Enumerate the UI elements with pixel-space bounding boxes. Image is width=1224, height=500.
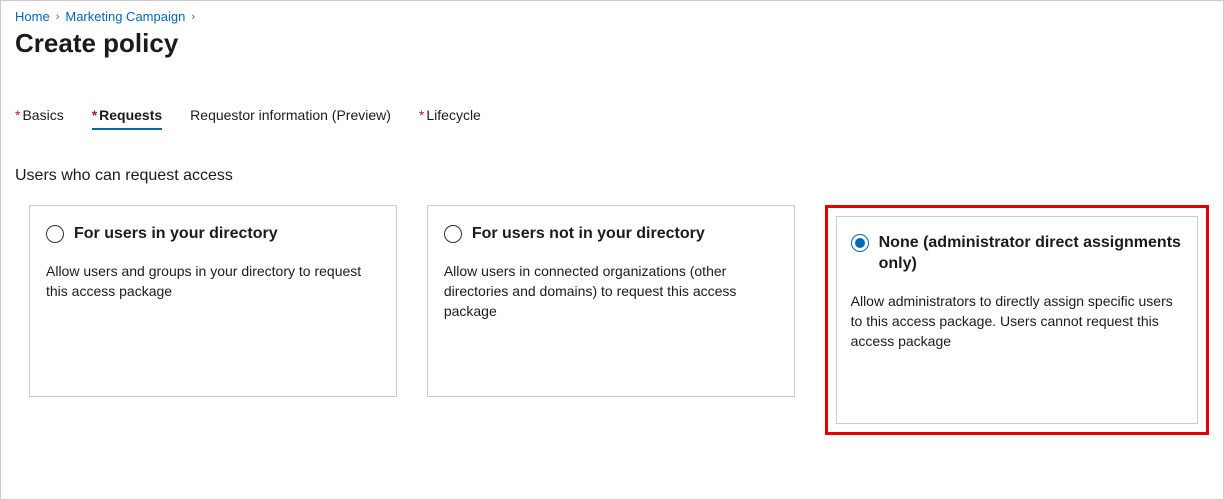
- tab-requests[interactable]: *Requests: [92, 107, 162, 129]
- chevron-right-icon: ›: [56, 11, 60, 23]
- tab-label: Basics: [22, 107, 63, 123]
- option-none-highlight: None (administrator direct assignments o…: [825, 205, 1209, 435]
- tab-requestor-info[interactable]: Requestor information (Preview): [190, 107, 391, 129]
- breadcrumb: Home › Marketing Campaign ›: [15, 9, 1209, 24]
- tab-label: Requestor information (Preview): [190, 107, 391, 123]
- option-none[interactable]: None (administrator direct assignments o…: [836, 216, 1198, 424]
- options-row: For users in your directory Allow users …: [15, 205, 1209, 435]
- radio-none[interactable]: [851, 234, 869, 252]
- option-desc: Allow users and groups in your directory…: [46, 261, 380, 302]
- tab-label: Requests: [99, 107, 162, 123]
- required-asterisk: *: [92, 107, 97, 123]
- section-heading: Users who can request access: [15, 167, 1209, 185]
- option-in-directory[interactable]: For users in your directory Allow users …: [29, 205, 397, 397]
- tab-label: Lifecycle: [426, 107, 480, 123]
- page-title: Create policy: [15, 28, 1209, 59]
- required-asterisk: *: [419, 107, 424, 123]
- option-not-in-directory[interactable]: For users not in your directory Allow us…: [427, 205, 795, 397]
- breadcrumb-campaign[interactable]: Marketing Campaign: [65, 9, 185, 24]
- option-desc: Allow administrators to directly assign …: [851, 291, 1183, 352]
- radio-in-directory[interactable]: [46, 225, 64, 243]
- option-title: None (administrator direct assignments o…: [879, 233, 1183, 275]
- required-asterisk: *: [15, 107, 20, 123]
- tab-basics[interactable]: *Basics: [15, 107, 64, 129]
- chevron-right-icon: ›: [191, 11, 195, 23]
- option-title: For users not in your directory: [472, 224, 705, 245]
- breadcrumb-home[interactable]: Home: [15, 9, 50, 24]
- tabs: *Basics *Requests Requestor information …: [15, 107, 1209, 129]
- option-desc: Allow users in connected organizations (…: [444, 261, 778, 322]
- radio-not-in-directory[interactable]: [444, 225, 462, 243]
- tab-lifecycle[interactable]: *Lifecycle: [419, 107, 481, 129]
- option-title: For users in your directory: [74, 224, 278, 245]
